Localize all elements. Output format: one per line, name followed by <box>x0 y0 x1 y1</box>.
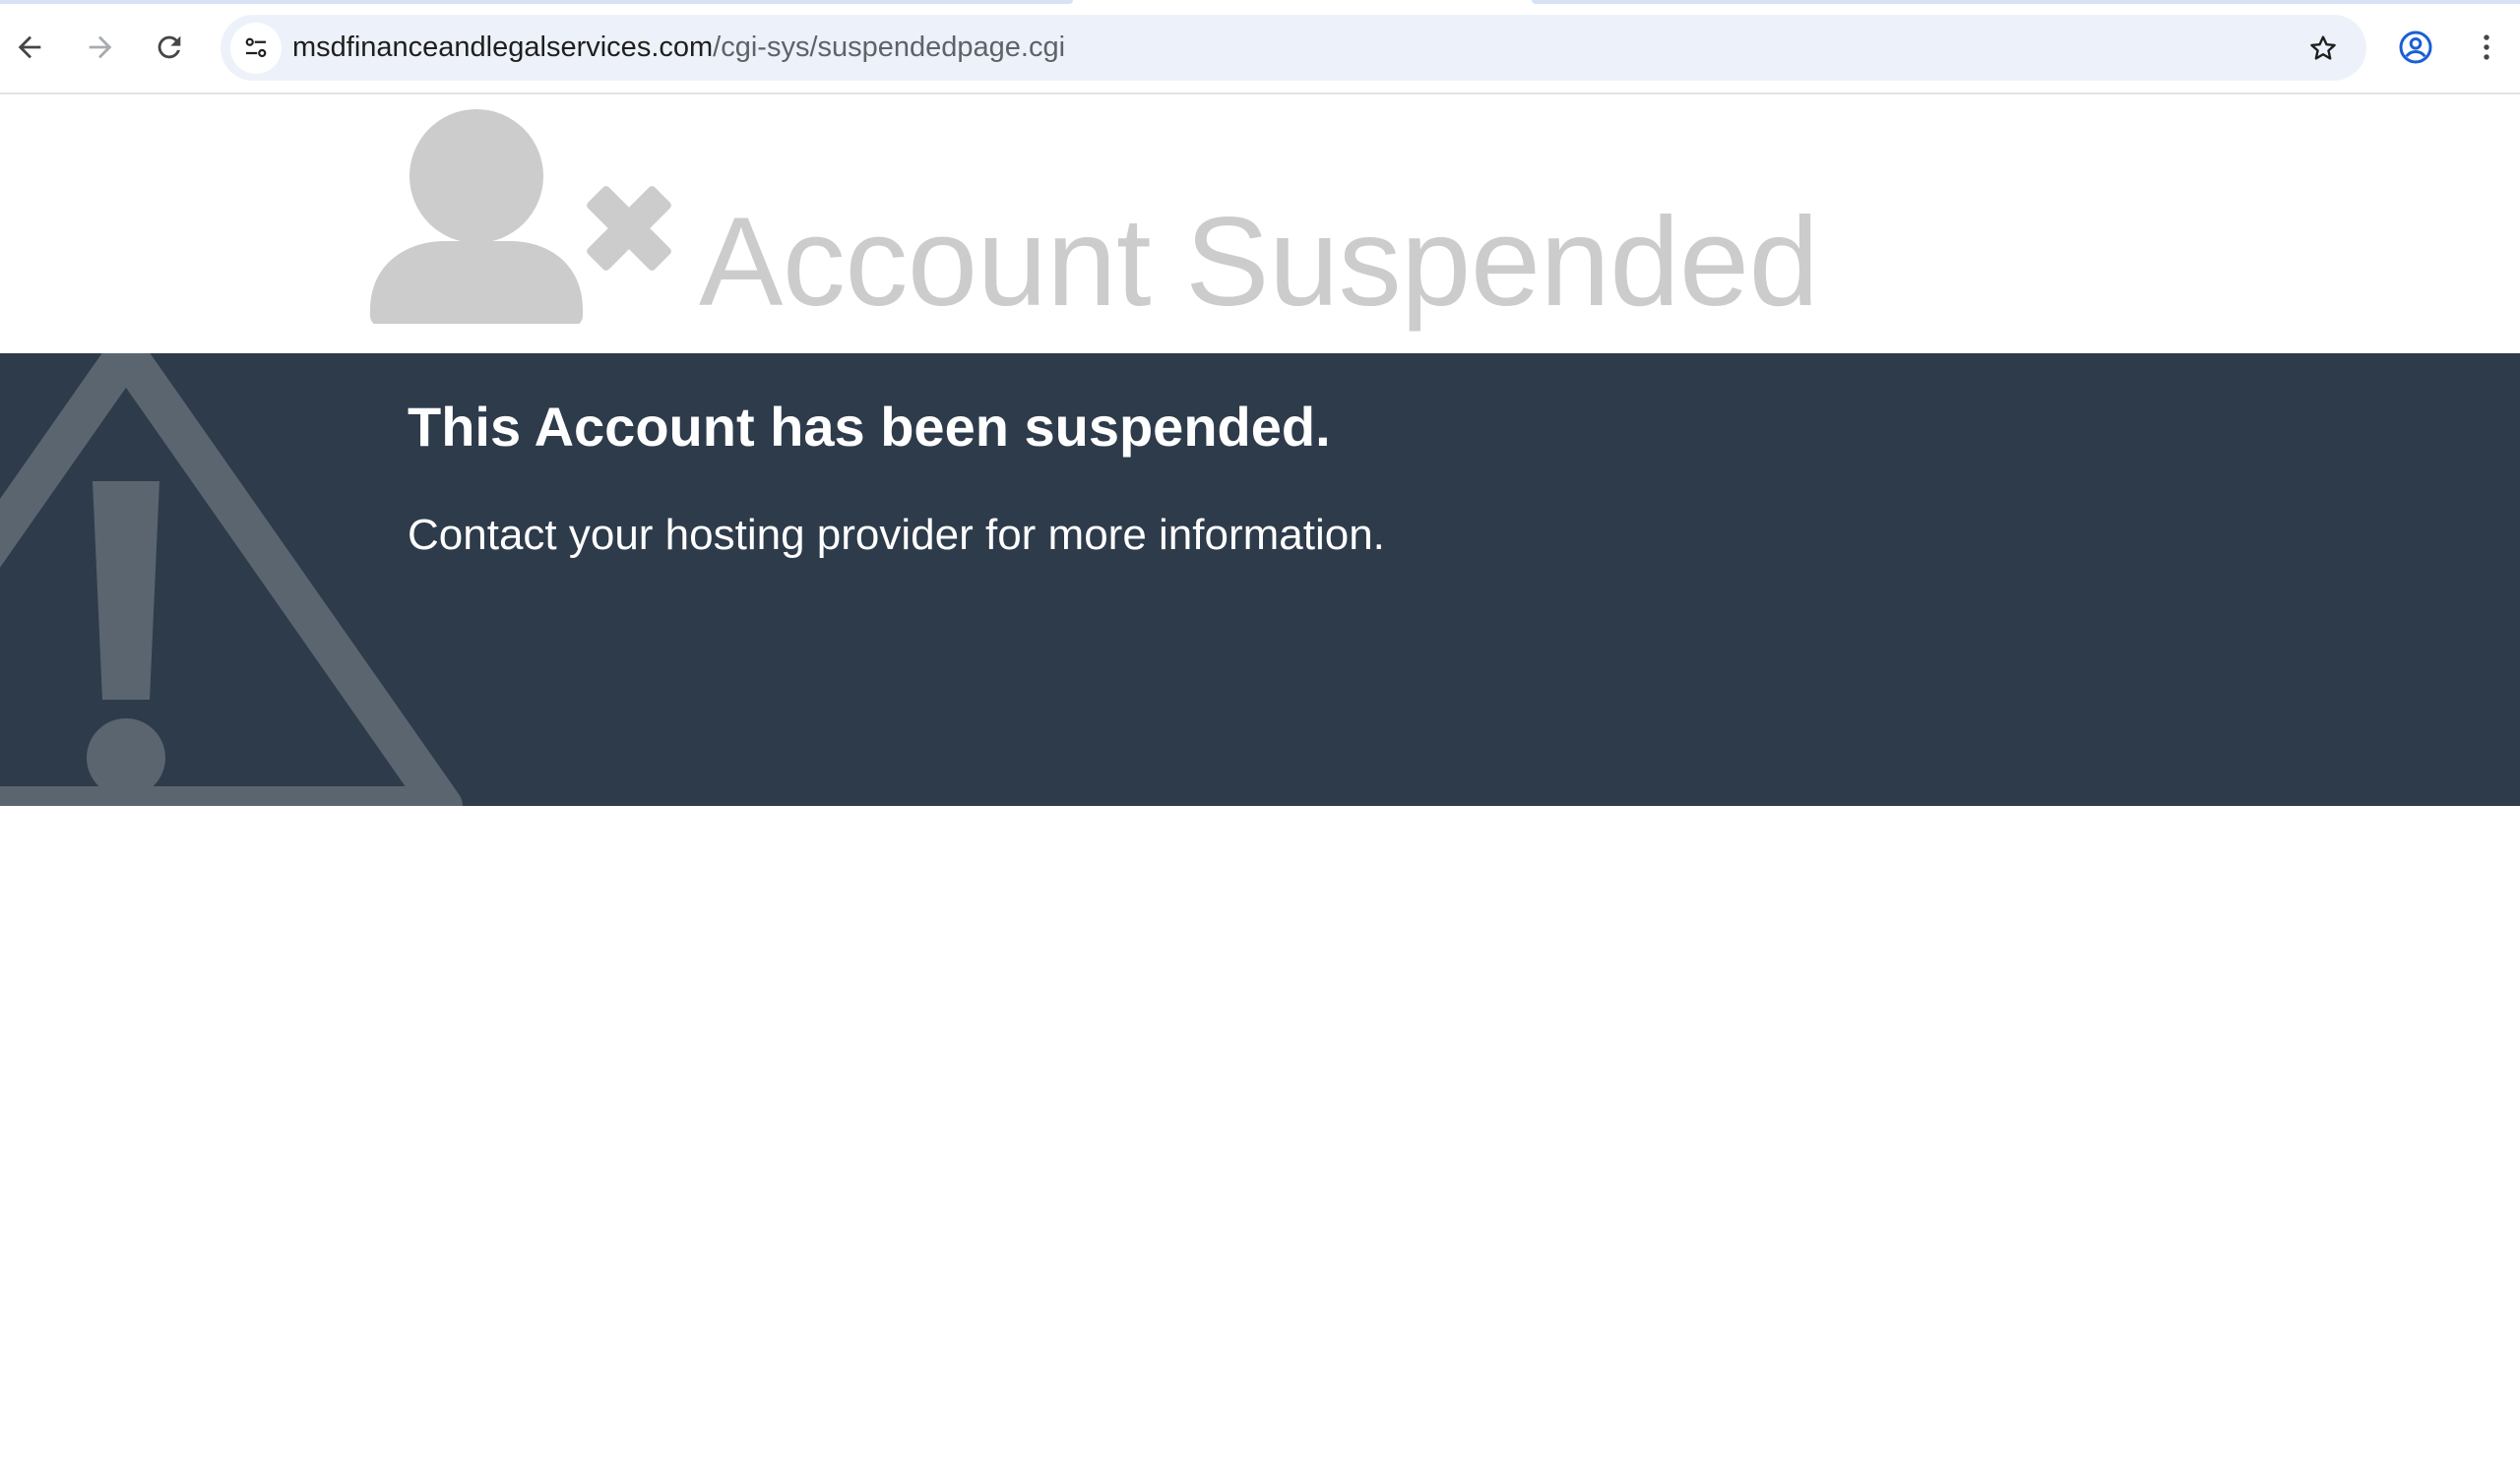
warning-icon <box>0 353 463 806</box>
suspension-heading: This Account has been suspended. <box>408 396 1331 458</box>
url-path: /cgi-sys/suspendedpage.cgi <box>713 31 1066 63</box>
browser-menu-button[interactable] <box>2461 22 2512 73</box>
user-suspended-icon <box>370 109 671 324</box>
tab-strip-edge-right <box>1532 0 2520 4</box>
reload-icon <box>158 35 181 59</box>
suspension-banner: This Account has been suspended. Contact… <box>0 353 2520 806</box>
page-content: Account Suspended This Account has been … <box>0 95 2520 1480</box>
profile-button[interactable] <box>2390 22 2441 73</box>
more-vertical-icon <box>2484 34 2489 60</box>
account-circle-icon <box>2399 31 2432 64</box>
url-text[interactable]: msdfinanceandlegalservices.com/cgi-sys/s… <box>292 15 1065 81</box>
address-bar[interactable]: msdfinanceandlegalservices.com/cgi-sys/s… <box>220 15 2366 81</box>
site-info-button[interactable] <box>230 23 282 74</box>
url-host: msdfinanceandlegalservices.com <box>292 31 714 63</box>
back-button[interactable] <box>4 22 55 73</box>
arrow-back-icon <box>18 35 41 59</box>
forward-button[interactable] <box>75 22 126 73</box>
page-header: Account Suspended <box>0 95 2520 353</box>
reload-button[interactable] <box>144 22 195 73</box>
tune-icon <box>245 37 267 58</box>
tab-strip-edge-left <box>0 0 1073 4</box>
bookmark-button[interactable] <box>2298 23 2349 74</box>
browser-toolbar: msdfinanceandlegalservices.com/cgi-sys/s… <box>0 0 2520 94</box>
suspension-message: Contact your hosting provider for more i… <box>408 511 1385 559</box>
arrow-forward-icon <box>89 35 112 59</box>
star-icon <box>2310 35 2336 60</box>
page-title: Account Suspended <box>699 192 1819 333</box>
